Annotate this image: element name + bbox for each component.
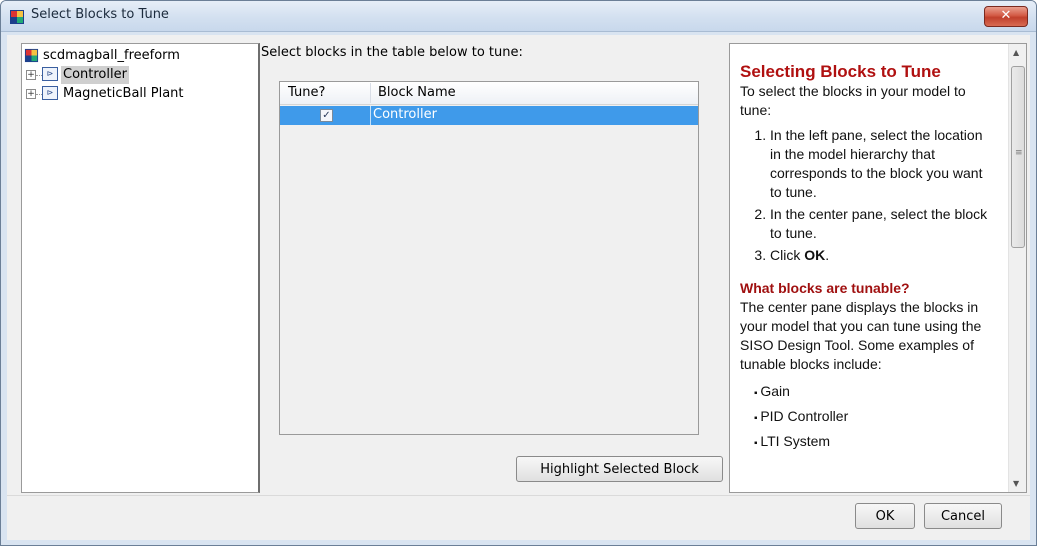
scroll-up-icon[interactable]: ▲ [1013,48,1019,57]
help-subtitle: What blocks are tunable? [740,280,910,296]
dialog-window: Select Blocks to Tune ✕ scdmagball_freef… [0,0,1037,546]
dialog-body: scdmagball_freeform + ⊳ Controller + ⊳ M… [7,35,1030,540]
subsystem-block-icon: ⊳ [42,86,58,100]
column-header-tune[interactable]: Tune? [288,85,325,100]
tree-root[interactable]: scdmagball_freeform [24,47,254,65]
blocks-table[interactable]: Tune? Block Name ✓ Controller [279,81,699,435]
help-step: In the center pane, select the block to … [770,205,996,243]
expand-plus-icon[interactable]: + [26,89,36,99]
table-row[interactable]: ✓ Controller [280,106,698,125]
list-item: PID Controller [754,407,996,428]
block-selection-pane: Select blocks in the table below to tune… [259,41,725,497]
close-button[interactable]: ✕ [984,6,1028,27]
help-step: Click OK. [770,246,996,265]
highlight-selected-block-button[interactable]: Highlight Selected Block [516,456,723,482]
help-tunable-text: The center pane displays the blocks in y… [740,299,982,372]
help-title: Selecting Blocks to Tune [740,62,941,81]
scrollbar-thumb[interactable]: ≡ [1011,66,1025,248]
help-scrollbar[interactable]: ▲ ≡ ▼ [1008,44,1026,492]
help-content: Selecting Blocks to Tune To select the b… [740,62,996,457]
list-item: Gain [754,382,996,403]
tunable-examples-list: Gain PID Controller LTI System [740,382,996,453]
cancel-button[interactable]: Cancel [924,503,1002,529]
model-icon [24,48,39,63]
expand-plus-icon[interactable]: + [26,70,36,80]
help-pane: Selecting Blocks to Tune To select the b… [729,43,1027,493]
close-icon: ✕ [1000,8,1012,23]
instruction-text: Select blocks in the table below to tune… [261,45,523,60]
tree-item-controller[interactable]: + ⊳ Controller [24,66,254,84]
checkbox-checked-icon[interactable]: ✓ [320,109,333,122]
tree-item-magneticball-plant[interactable]: + ⊳ MagneticBall Plant [24,85,254,103]
title-bar[interactable]: Select Blocks to Tune ✕ [1,1,1036,32]
subsystem-block-icon: ⊳ [42,67,58,81]
list-item: LTI System [754,432,996,453]
tree-item-label: MagneticBall Plant [63,86,184,101]
model-hierarchy-tree[interactable]: scdmagball_freeform + ⊳ Controller + ⊳ M… [21,43,260,493]
tree-root-label: scdmagball_freeform [43,48,180,63]
window-title: Select Blocks to Tune [31,7,169,22]
block-name-cell: Controller [373,107,437,122]
model-icon [10,10,24,24]
tree-item-label: Controller [61,66,129,84]
ok-button[interactable]: OK [855,503,915,529]
help-steps: In the left pane, select the location in… [740,126,996,265]
help-intro: To select the blocks in your model to tu… [740,83,966,118]
table-header: Tune? Block Name [280,82,698,105]
button-bar: OK Cancel [7,495,1030,540]
column-header-block-name[interactable]: Block Name [378,85,456,100]
scroll-down-icon[interactable]: ▼ [1013,479,1019,488]
help-step: In the left pane, select the location in… [770,126,996,202]
